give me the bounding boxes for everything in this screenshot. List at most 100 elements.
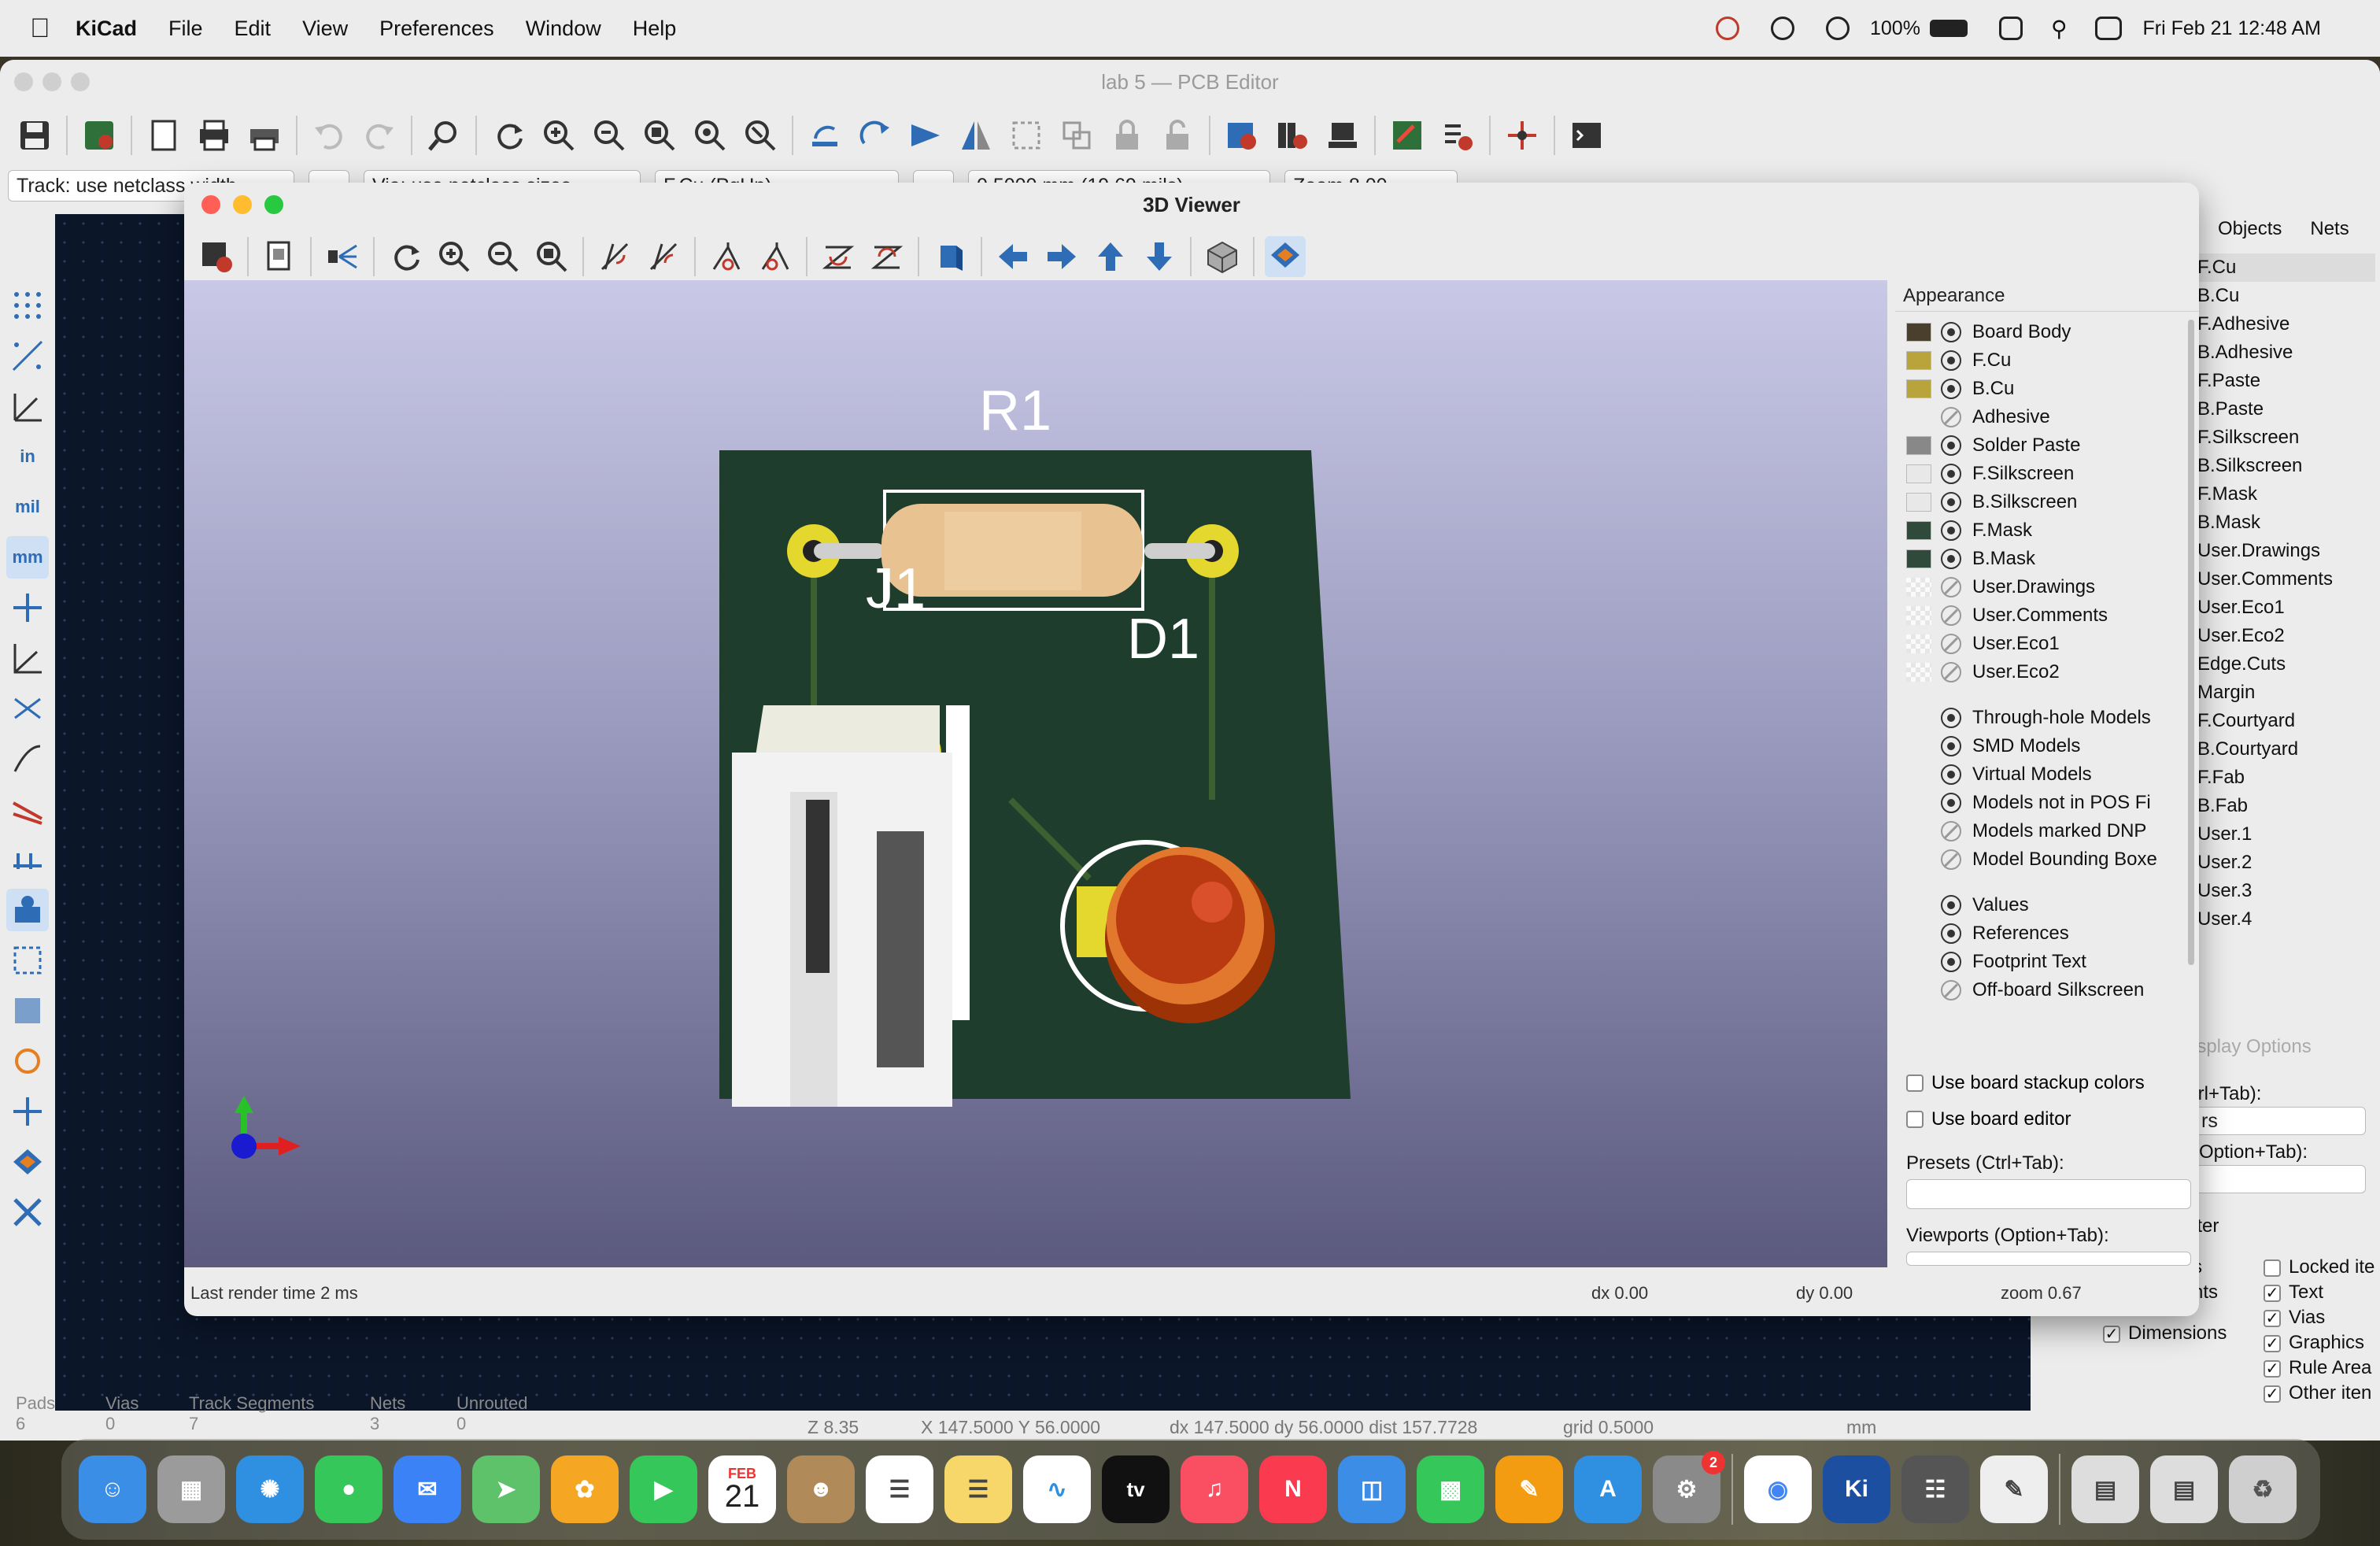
print-icon[interactable] [193,114,235,157]
apple-icon[interactable]:  [30,13,76,44]
visible-eye-icon[interactable] [1941,923,1961,944]
visible-eye-icon[interactable] [1941,549,1961,569]
hidden-icon[interactable] [1941,662,1961,682]
viewer-zoom-in-icon[interactable] [434,236,475,277]
flip-board-icon[interactable] [929,236,970,277]
zone-fill-icon[interactable] [6,989,49,1032]
appearance-row[interactable]: Models marked DNP [1906,817,2182,845]
dock-music[interactable]: ♫ [1181,1455,1248,1523]
appearance-row[interactable]: F.Silkscreen [1906,460,2182,488]
visible-eye-icon[interactable] [1941,764,1961,785]
appearance-row[interactable]: References [1906,919,2182,948]
color-swatch[interactable] [1906,578,1931,597]
dock-numbers[interactable]: ▩ [1417,1455,1484,1523]
menu-view[interactable]: View [302,17,348,41]
appearance-row[interactable]: Footprint Text [1906,948,2182,976]
visible-eye-icon[interactable] [1941,952,1961,972]
visible-eye-icon[interactable] [1941,435,1961,456]
layers-manager-icon[interactable] [6,1141,49,1183]
search-icon[interactable]: ⚲ [2051,16,2068,42]
layer-item[interactable]: F.Fab [2193,764,2375,792]
via-display-icon[interactable] [6,838,49,881]
minimize-button[interactable] [42,72,61,91]
color-swatch[interactable] [1906,521,1931,540]
tools-icon[interactable] [6,1191,49,1233]
close-button[interactable] [14,72,33,91]
hidden-icon[interactable] [1941,407,1961,427]
zoom-selection-icon[interactable] [739,114,782,157]
viewports-select[interactable] [2193,1165,2366,1193]
group-icon[interactable] [1005,114,1048,157]
board-editor-option[interactable]: Use board editor [1906,1108,2071,1130]
appearance-row[interactable]: Model Bounding Boxe [1906,845,2182,874]
visible-eye-icon[interactable] [1941,379,1961,399]
layer-item[interactable]: B.Adhesive [2193,338,2375,367]
move-left-icon[interactable] [992,236,1033,277]
layer-item[interactable]: F.Silkscreen [2193,423,2375,452]
appearance-row[interactable]: Through-hole Models [1906,704,2182,732]
export-image-icon[interactable] [196,236,237,277]
dock-news[interactable]: N [1259,1455,1327,1523]
filter-locked[interactable]: Locked ite [2264,1255,2374,1280]
layer-item[interactable]: F.Adhesive [2193,310,2375,338]
layer-item[interactable]: User.2 [2193,849,2375,877]
orthographic-icon[interactable] [1202,236,1243,277]
dock-messages[interactable]: ● [315,1455,382,1523]
3d-render-canvas[interactable]: R1 J1 D1 [184,280,1887,1267]
footprint-library-icon[interactable] [1271,114,1314,157]
color-swatch[interactable] [1906,436,1931,455]
control-center-icon[interactable] [2095,17,2123,40]
link-icon[interactable] [1998,17,2023,40]
appearance-toggle-icon[interactable] [1265,236,1306,277]
viewer-zoom-button[interactable] [264,195,283,214]
dock-maps[interactable]: ➤ [472,1455,540,1523]
move-down-icon[interactable] [1139,236,1180,277]
layer-presets-select[interactable]: rs [2193,1107,2366,1135]
save-icon[interactable] [13,114,56,157]
appearance-row[interactable]: B.Mask [1906,545,2182,573]
grid-dots-icon[interactable] [6,284,49,327]
layer-item[interactable]: Margin [2193,679,2375,707]
appearance-row[interactable]: Board Body [1906,318,2182,346]
hidden-icon[interactable] [1941,849,1961,870]
dock-reminders[interactable]: ☰ [866,1455,933,1523]
color-swatch[interactable] [1906,464,1931,483]
layer-item[interactable]: User.Eco2 [2193,622,2375,650]
appearance-row[interactable]: B.Silkscreen [1906,488,2182,516]
dock-facetime[interactable]: ▶ [630,1455,697,1523]
tab-objects[interactable]: Objects [2204,209,2296,249]
appearance-row[interactable]: Virtual Models [1906,760,2182,789]
schematic-icon[interactable] [1501,114,1543,157]
color-swatch[interactable] [1906,606,1931,625]
rotate-z-ccw-icon[interactable] [867,236,907,277]
layer-item[interactable]: User.1 [2193,820,2375,849]
viewer-close-button[interactable] [201,195,220,214]
move-up-icon[interactable] [1090,236,1131,277]
appearance-row[interactable]: F.Mask [1906,516,2182,545]
zone-outline-icon[interactable] [6,939,49,982]
hidden-icon[interactable] [1941,634,1961,654]
redraw-icon[interactable] [487,114,530,157]
viewer-viewports-select[interactable] [1906,1252,2191,1266]
raytrace-icon[interactable] [322,236,363,277]
visible-eye-icon[interactable] [1941,322,1961,342]
rotate-y-cw-icon[interactable] [706,236,747,277]
hidden-icon[interactable] [1941,821,1961,841]
zoom-fit-icon[interactable] [638,114,681,157]
zoom-button[interactable] [71,72,90,91]
rotate-ccw-icon[interactable] [804,114,846,157]
plot-icon[interactable] [243,114,286,157]
visible-eye-icon[interactable] [1941,736,1961,756]
filter-dimensions[interactable]: ✓ Dimensions [2103,1322,2227,1344]
dock-finder[interactable]: ☺ [79,1455,146,1523]
layer-item[interactable]: User.Comments [2193,565,2375,594]
footprint-editor-icon[interactable] [1321,114,1364,157]
update-pcb-icon[interactable] [1386,114,1428,157]
ratsnest-icon[interactable] [6,687,49,730]
layer-item[interactable]: User.3 [2193,877,2375,905]
rotate-x-cw-icon[interactable] [594,236,635,277]
layer-item[interactable]: F.Courtyard [2193,707,2375,735]
redo-icon[interactable] [358,114,401,157]
tab-nets[interactable]: Nets [2296,209,2363,249]
creative-cloud-icon[interactable] [1771,17,1794,40]
